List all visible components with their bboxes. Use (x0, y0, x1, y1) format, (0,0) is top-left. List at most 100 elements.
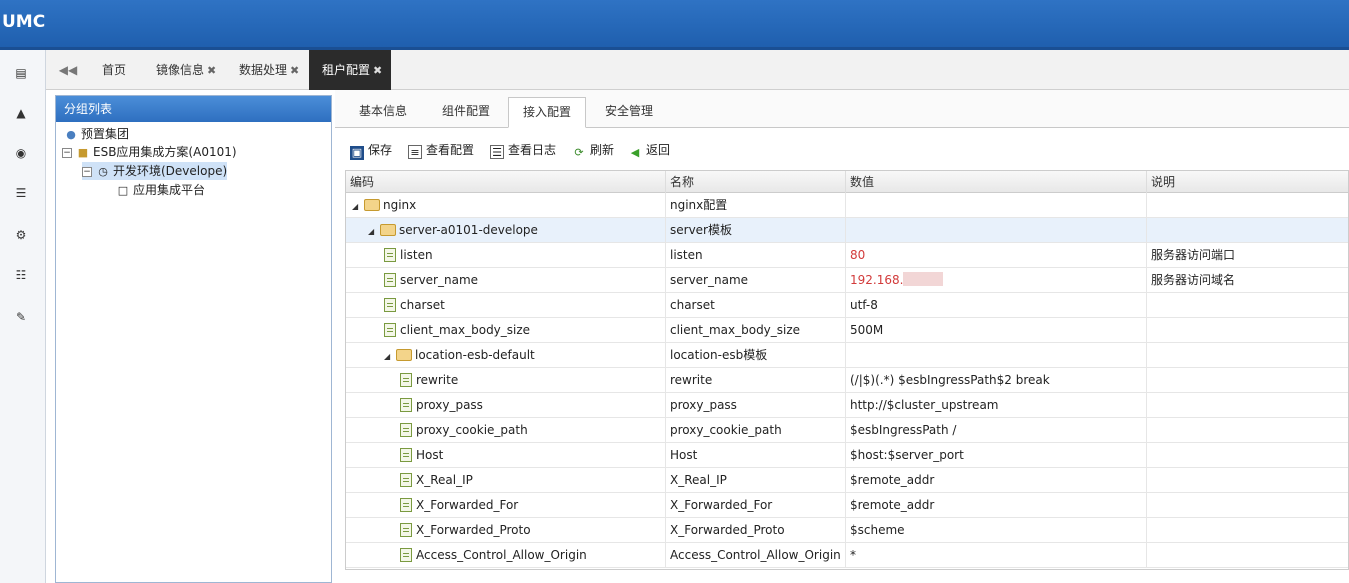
cell-desc[interactable] (1147, 293, 1348, 318)
subtab-access-config[interactable]: 接入配置 (508, 97, 587, 128)
tab-tenant[interactable]: 租户配置 ✖ (309, 50, 391, 90)
refresh-button[interactable]: ⟳ 刷新 (572, 140, 614, 160)
cell-desc[interactable] (1147, 443, 1348, 468)
expand-triangle-icon[interactable]: ◢ (368, 219, 378, 243)
view-config-button[interactable]: ≡ 查看配置 (408, 140, 474, 160)
expand-triangle-icon[interactable]: ◢ (384, 344, 394, 368)
cell-code[interactable]: Access_Control_Allow_Origin (346, 543, 666, 568)
subtab-security[interactable]: 安全管理 (591, 97, 667, 128)
eye-icon[interactable]: ◉ (12, 144, 30, 162)
list-icon[interactable]: ☰ (12, 184, 30, 202)
subtab-component-config[interactable]: 组件配置 (428, 97, 504, 128)
cell-code[interactable]: proxy_cookie_path (346, 418, 666, 443)
cell-name[interactable]: X_Forwarded_Proto (666, 518, 846, 543)
cell-value[interactable]: $remote_addr (846, 468, 1147, 493)
cell-desc[interactable] (1147, 343, 1348, 368)
cell-value[interactable]: (/|$)(.*) $esbIngressPath$2 break (846, 368, 1147, 393)
cell-code[interactable]: X_Real_IP (346, 468, 666, 493)
table-row[interactable]: rewrite rewrite (/|$)(.*) $esbIngressPath$… (346, 368, 1348, 393)
table-row[interactable]: ◢ nginx nginx配置 (346, 193, 1348, 218)
cell-code[interactable]: charset (346, 293, 666, 318)
collapse-icon[interactable]: − (62, 147, 72, 158)
cell-code[interactable]: ◢ location-esb-default (346, 343, 666, 368)
cell-desc[interactable] (1147, 493, 1348, 518)
wrench-icon[interactable]: ✎ (12, 308, 30, 326)
cell-desc[interactable] (1147, 418, 1348, 443)
subtab-basic-info[interactable]: 基本信息 (345, 97, 421, 128)
tab-home[interactable]: 首页 (102, 50, 126, 90)
table-row[interactable]: proxy_pass proxy_pass http://$cluster_upst… (346, 393, 1348, 418)
cell-code[interactable]: server_name (346, 268, 666, 293)
table-row[interactable]: client_max_body_size client_max_body_size… (346, 318, 1348, 343)
tree-item-preset-group[interactable]: ● 预置集团 (64, 125, 129, 143)
cell-name[interactable]: charset (666, 293, 846, 318)
table-row[interactable]: X_Forwarded_Proto X_Forwarded_Proto $schem… (346, 518, 1348, 543)
cell-code[interactable]: client_max_body_size (346, 318, 666, 343)
cell-code[interactable]: ◢ server-a0101-develope (346, 218, 666, 243)
bank-icon[interactable]: ▲ (12, 104, 30, 122)
tree-item-dev-env[interactable]: − ◷ 开发环境(Develope) (82, 162, 228, 180)
collapse-icon[interactable]: − (82, 166, 92, 177)
cell-name[interactable]: proxy_cookie_path (666, 418, 846, 443)
cell-name[interactable]: server模板 (666, 218, 846, 243)
cell-desc[interactable] (1147, 318, 1348, 343)
cell-value[interactable]: 192.168. (846, 268, 1147, 293)
col-header-code[interactable]: 编码 (346, 171, 666, 193)
tree-item-esb-solution[interactable]: − ■ ESB应用集成方案(A0101) (62, 143, 237, 161)
cell-value[interactable]: 500M (846, 318, 1147, 343)
cell-code[interactable]: ◢ nginx (346, 193, 666, 218)
cell-name[interactable]: nginx配置 (666, 193, 846, 218)
gear-icon[interactable]: ⚙ (12, 226, 30, 244)
cell-value[interactable]: $host:$server_port (846, 443, 1147, 468)
cell-name[interactable]: rewrite (666, 368, 846, 393)
cell-name[interactable]: X_Real_IP (666, 468, 846, 493)
cell-code[interactable]: X_Forwarded_For (346, 493, 666, 518)
cell-code[interactable]: X_Forwarded_Proto (346, 518, 666, 543)
cell-name[interactable]: X_Forwarded_For (666, 493, 846, 518)
cell-name[interactable]: proxy_pass (666, 393, 846, 418)
cell-desc[interactable] (1147, 468, 1348, 493)
close-icon[interactable]: ✖ (373, 64, 382, 77)
table-row[interactable]: charset charset utf-8 (346, 293, 1348, 318)
cell-value[interactable]: 80 (846, 243, 1147, 268)
back-button[interactable]: ◀ 返回 (628, 140, 670, 160)
cell-value[interactable]: $remote_addr (846, 493, 1147, 518)
cell-desc[interactable] (1147, 543, 1348, 568)
table-row[interactable]: X_Forwarded_For X_Forwarded_For $remote_ad… (346, 493, 1348, 518)
cell-desc[interactable]: 服务器访问端口 (1147, 243, 1348, 268)
cell-value[interactable]: $esbIngressPath / (846, 418, 1147, 443)
cell-desc[interactable]: 服务器访问域名 (1147, 268, 1348, 293)
cell-desc[interactable] (1147, 218, 1348, 243)
cell-desc[interactable] (1147, 193, 1348, 218)
cell-value[interactable] (846, 218, 1147, 243)
col-header-desc[interactable]: 说明 (1147, 171, 1348, 193)
table-row[interactable]: Access_Control_Allow_Origin Access_Contro… (346, 543, 1348, 568)
cell-name[interactable]: client_max_body_size (666, 318, 846, 343)
table-row[interactable]: listen listen 80 服务器访问端口 (346, 243, 1348, 268)
sitemap-icon[interactable]: ☷ (12, 266, 30, 284)
cell-desc[interactable] (1147, 393, 1348, 418)
col-header-value[interactable]: 数值 (846, 171, 1147, 193)
table-row[interactable]: server_name server_name 192.168. 服务器访问域名 (346, 268, 1348, 293)
table-row[interactable]: ◢ server-a0101-develope server模板 (346, 218, 1348, 243)
table-row[interactable]: proxy_cookie_path proxy_cookie_path $esbIn… (346, 418, 1348, 443)
save-button[interactable]: ▣ 保存 (350, 140, 392, 160)
tab-mirror[interactable]: 镜像信息 ✖ (156, 50, 216, 90)
cell-value[interactable] (846, 343, 1147, 368)
close-icon[interactable]: ✖ (290, 64, 299, 77)
tab-back-icon[interactable]: ◀◀ (56, 60, 80, 80)
cell-value[interactable]: $scheme (846, 518, 1147, 543)
cell-desc[interactable] (1147, 368, 1348, 393)
cell-value[interactable] (846, 193, 1147, 218)
cell-name[interactable]: server_name (666, 268, 846, 293)
table-row[interactable]: X_Real_IP X_Real_IP $remote_addr (346, 468, 1348, 493)
col-header-name[interactable]: 名称 (666, 171, 846, 193)
cell-code[interactable]: proxy_pass (346, 393, 666, 418)
expand-triangle-icon[interactable]: ◢ (352, 194, 362, 218)
tab-data[interactable]: 数据处理 ✖ (239, 50, 299, 90)
table-row[interactable]: ◢ location-esb-default location-esb模板 (346, 343, 1348, 368)
cell-code[interactable]: listen (346, 243, 666, 268)
cell-name[interactable]: Host (666, 443, 846, 468)
cell-desc[interactable] (1147, 518, 1348, 543)
cell-name[interactable]: location-esb模板 (666, 343, 846, 368)
